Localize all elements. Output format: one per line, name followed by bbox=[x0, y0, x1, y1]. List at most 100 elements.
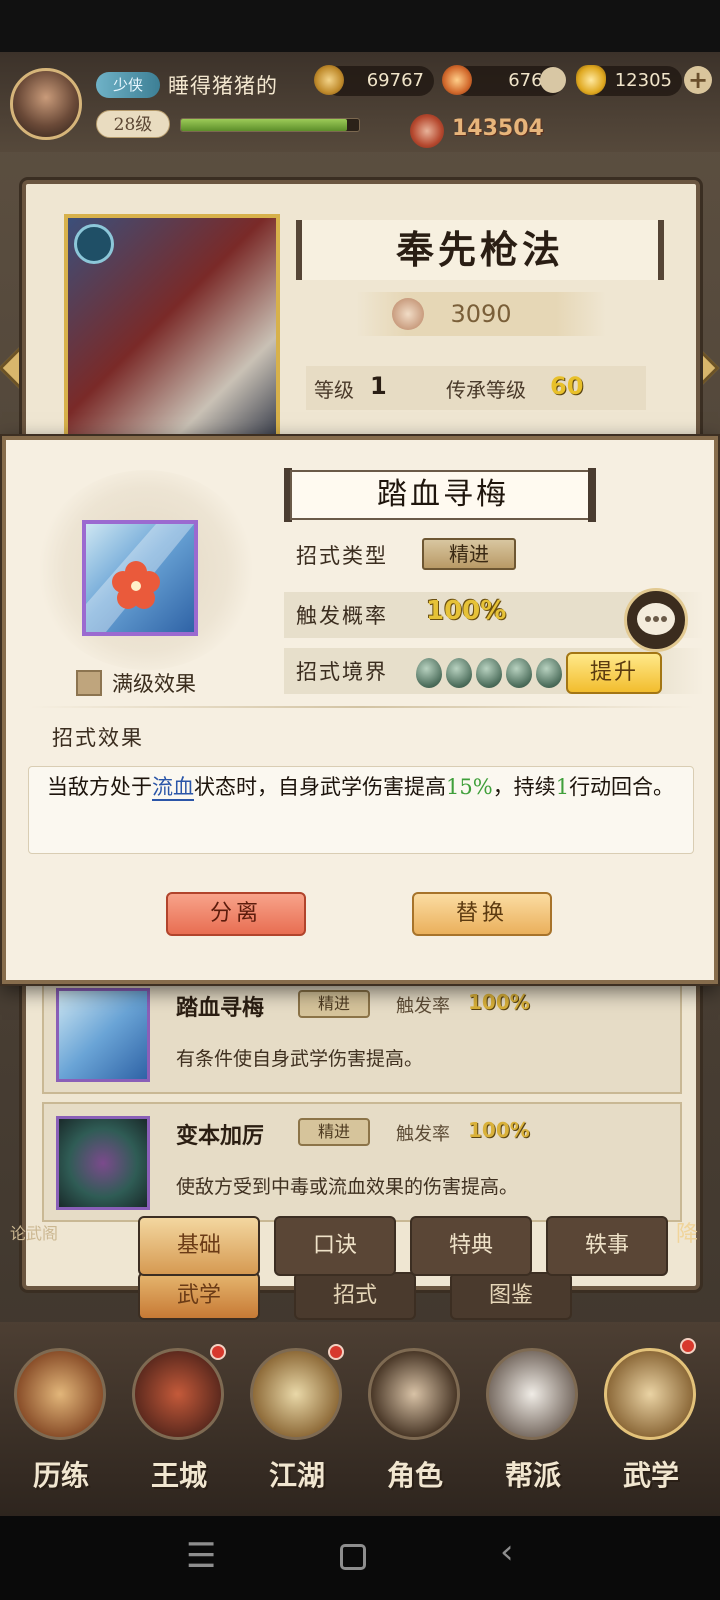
chat-icon bbox=[637, 603, 675, 635]
nav-label: 王城 bbox=[150, 1459, 207, 1492]
skill-detail-modal: 满级效果 踏血寻梅 招式类型 精进 触发概率 100% 招式境界 招式效果 当敌… bbox=[2, 436, 718, 984]
nav-label: 历练 bbox=[32, 1459, 89, 1492]
training-icon bbox=[14, 1348, 106, 1440]
power-icon bbox=[410, 114, 444, 148]
effect-percent: 15% bbox=[446, 775, 493, 799]
rate-value: 100% bbox=[426, 596, 507, 626]
nav-juese[interactable]: 角色 bbox=[360, 1336, 470, 1506]
list-item[interactable]: 踏血寻梅 精进 触发率 100% 有条件使自身武学伤害提高。 bbox=[42, 974, 682, 1094]
side-left-label[interactable]: 论武阁 bbox=[10, 1220, 58, 1244]
skill-row-desc: 有条件使自身武学伤害提高。 bbox=[176, 1048, 424, 1070]
character-icon bbox=[368, 1348, 460, 1440]
coin-stack-icon bbox=[540, 67, 566, 93]
nav-bangpai[interactable]: 帮派 bbox=[478, 1336, 588, 1506]
skill-row-rate-label: 触发率 bbox=[396, 996, 450, 1017]
top-header: 少侠 睡得猪猪的 28级 69767 6765 12305 + 143504 bbox=[0, 52, 720, 152]
player-level: 28级 bbox=[96, 110, 170, 138]
type-tag: 精进 bbox=[422, 538, 516, 570]
tab-koujue[interactable]: 口诀 bbox=[274, 1216, 396, 1276]
nav-jianghu[interactable]: 江湖 bbox=[242, 1336, 352, 1506]
skill-row-tag: 精进 bbox=[298, 1118, 370, 1146]
avatar[interactable] bbox=[10, 68, 82, 140]
copper-coin-icon bbox=[314, 65, 344, 95]
jade-icon bbox=[446, 658, 472, 688]
exp-bar bbox=[180, 118, 360, 132]
separate-button[interactable]: 分离 bbox=[166, 892, 306, 936]
replace-button[interactable]: 替换 bbox=[412, 892, 552, 936]
skill-name-box: 奉先枪法 bbox=[296, 220, 664, 280]
type-label: 招式类型 bbox=[296, 544, 388, 568]
jade-icon bbox=[476, 658, 502, 688]
skill-row-rate: 100% bbox=[468, 1118, 530, 1142]
effect-text: 状态时，自身武学伤害提高 bbox=[194, 775, 446, 799]
level-value: 1 bbox=[370, 372, 387, 400]
jade-icon bbox=[416, 658, 442, 688]
nav-wuxue[interactable]: 武学 bbox=[596, 1336, 706, 1506]
tab-yishi[interactable]: 轶事 bbox=[546, 1216, 668, 1276]
system-nav-bar: ☰ ‹ bbox=[0, 1516, 720, 1600]
menu-icon[interactable]: ☰ bbox=[186, 1536, 216, 1576]
effect-text: 当敌方处于 bbox=[47, 775, 152, 799]
notification-dot bbox=[680, 1338, 696, 1354]
notification-dot bbox=[210, 1344, 226, 1360]
inherit-level-value: 60 bbox=[550, 372, 584, 400]
nav-label: 江湖 bbox=[268, 1459, 325, 1492]
nav-lilian[interactable]: 历练 bbox=[6, 1336, 116, 1506]
inherit-level-label: 传承等级 bbox=[446, 378, 526, 402]
side-right-label[interactable]: 降 bbox=[676, 1216, 698, 1248]
tab-tujian[interactable]: 图鉴 bbox=[450, 1272, 572, 1320]
guild-icon bbox=[486, 1348, 578, 1440]
skill-icon bbox=[82, 520, 198, 636]
city-icon bbox=[132, 1348, 224, 1440]
hero-portrait bbox=[64, 214, 280, 450]
rate-label: 触发概率 bbox=[296, 604, 388, 628]
title-badge: 少侠 bbox=[96, 72, 160, 98]
plum-blossom-icon bbox=[86, 524, 194, 632]
modal-title-box: 踏血寻梅 bbox=[290, 470, 596, 520]
effect-text: 行动回合。 bbox=[569, 775, 675, 799]
type-row: 招式类型 精进 bbox=[284, 532, 704, 578]
title-cap-right bbox=[588, 468, 596, 522]
skill-name: 奉先枪法 bbox=[395, 227, 564, 272]
tab-wuxue[interactable]: 武学 bbox=[138, 1272, 260, 1320]
player-name: 睡得猪猪的 bbox=[168, 74, 278, 98]
nav-label: 角色 bbox=[386, 1459, 443, 1492]
home-icon[interactable] bbox=[340, 1544, 366, 1570]
martial-arts-icon bbox=[604, 1348, 696, 1440]
bleed-link[interactable]: 流血 bbox=[152, 775, 194, 801]
effect-text: ，持续 bbox=[492, 775, 556, 799]
effect-description: 当敌方处于流血状态时，自身武学伤害提高15%，持续1行动回合。 bbox=[28, 766, 694, 854]
nav-wangcheng[interactable]: 王城 bbox=[124, 1336, 234, 1506]
nav-label: 武学 bbox=[622, 1459, 679, 1492]
skill-row-tag: 精进 bbox=[298, 990, 370, 1018]
skill-row-desc: 使敌方受到中毒或流血效果的伤害提高。 bbox=[176, 1176, 519, 1198]
jianghu-icon bbox=[250, 1348, 342, 1440]
skill-thumb-icon bbox=[56, 988, 150, 1082]
gem-icon bbox=[442, 65, 472, 95]
tab-zhaoshi[interactable]: 招式 bbox=[294, 1272, 416, 1320]
level-label: 等级 bbox=[314, 378, 354, 402]
jade-icon bbox=[506, 658, 532, 688]
back-icon[interactable]: ‹ bbox=[500, 1532, 514, 1572]
upgrade-button[interactable]: 提升 bbox=[566, 652, 662, 694]
skill-row-rate-label: 触发率 bbox=[396, 1124, 450, 1145]
jade-icon bbox=[536, 658, 562, 688]
notification-dot bbox=[328, 1344, 344, 1360]
plus-icon[interactable]: + bbox=[684, 66, 712, 94]
skill-row-rate: 100% bbox=[468, 990, 530, 1014]
exp-bar-fill bbox=[181, 119, 347, 131]
skill-row-name: 踏血寻梅 bbox=[176, 995, 265, 1021]
chat-button[interactable] bbox=[624, 588, 688, 652]
gold-ingot-icon bbox=[576, 65, 606, 95]
skill-thumb-icon bbox=[56, 1116, 150, 1210]
main-nav: 历练 王城 江湖 角色 帮派 武学 bbox=[0, 1322, 720, 1516]
score-icon bbox=[392, 298, 424, 330]
effect-heading: 招式效果 bbox=[52, 726, 144, 750]
realm-label: 招式境界 bbox=[296, 660, 388, 684]
tab-jichu[interactable]: 基础 bbox=[138, 1216, 260, 1276]
list-item[interactable]: 变本加厉 精进 触发率 100% 使敌方受到中毒或流血效果的伤害提高。 bbox=[42, 1102, 682, 1222]
skill-row-name: 变本加厉 bbox=[176, 1123, 265, 1149]
modal-title: 踏血寻梅 bbox=[377, 477, 509, 512]
max-level-checkbox[interactable] bbox=[76, 670, 102, 696]
tab-tedian[interactable]: 特典 bbox=[410, 1216, 532, 1276]
